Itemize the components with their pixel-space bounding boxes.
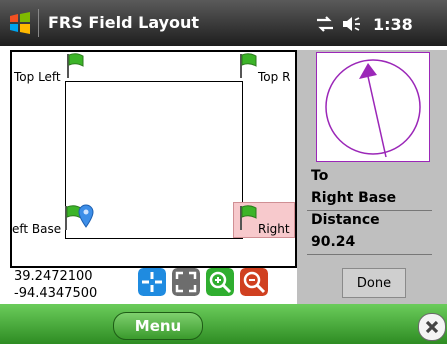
softkey-bar: [0, 304, 447, 344]
status-area[interactable]: 1:38: [315, 12, 413, 36]
distance-label: Distance: [311, 212, 380, 228]
distance-value: 90.24: [311, 234, 356, 250]
volume-icon[interactable]: [341, 15, 363, 33]
corner-label-top-left: Top Left: [14, 70, 61, 84]
clock[interactable]: 1:38: [373, 15, 413, 34]
latitude-value: 39.2472100: [14, 269, 93, 284]
title-bar: FRS Field Layout 1:38: [0, 0, 447, 46]
corner-label-top-right: Top R: [258, 70, 291, 84]
target-name: Right Base: [311, 190, 397, 206]
app-title: FRS Field Layout: [48, 13, 200, 32]
fit-extent-icon[interactable]: [172, 268, 200, 296]
to-label: To: [311, 168, 329, 184]
corner-label-right-base: Right: [258, 222, 290, 236]
field-map[interactable]: Top Left Top R eft Base Right: [10, 50, 297, 268]
title-separator: [38, 9, 39, 37]
gps-coordinates: 39.2472100 -94.4347500: [14, 268, 97, 302]
flag-icon[interactable]: [238, 204, 260, 230]
menu-button[interactable]: Menu: [113, 312, 203, 340]
divider: [307, 210, 432, 211]
compass-icon: [316, 52, 430, 162]
location-pin-icon: [78, 204, 94, 228]
flag-icon[interactable]: [65, 52, 87, 78]
divider: [307, 254, 432, 255]
close-icon[interactable]: [418, 313, 446, 341]
zoom-out-icon[interactable]: [240, 268, 268, 296]
windows-start-icon[interactable]: [8, 11, 32, 35]
flag-icon[interactable]: [238, 52, 260, 78]
pan-icon[interactable]: [138, 268, 166, 296]
done-button[interactable]: Done: [342, 268, 406, 298]
navigation-panel: To Right Base Distance 90.24 Done: [297, 50, 447, 304]
longitude-value: -94.4347500: [14, 286, 98, 301]
zoom-in-icon[interactable]: [206, 268, 234, 296]
corner-label-left-base: eft Base: [12, 222, 62, 236]
connectivity-icon[interactable]: [315, 15, 335, 33]
